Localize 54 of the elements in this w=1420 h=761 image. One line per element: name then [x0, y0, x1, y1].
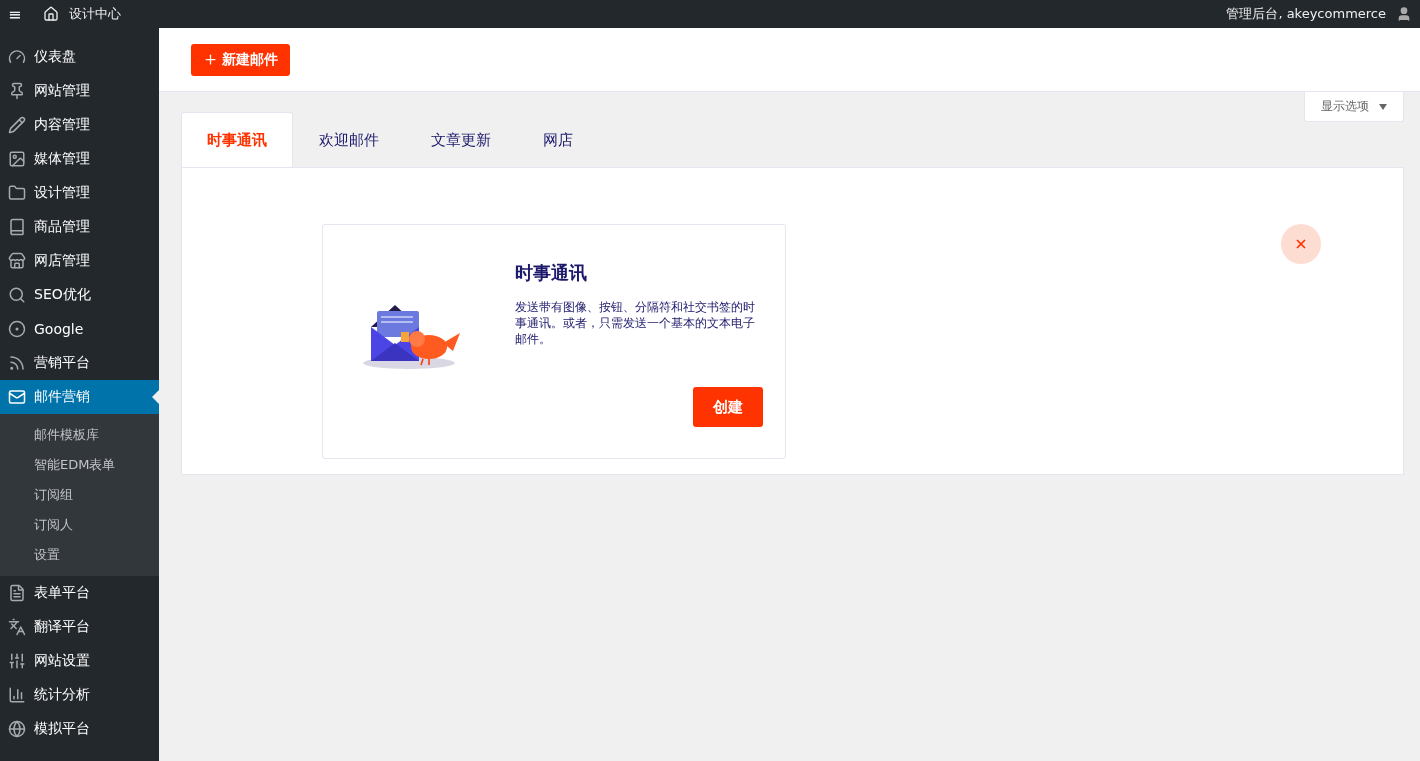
store-icon	[8, 252, 26, 270]
tab[interactable]: 时事通讯	[181, 112, 293, 168]
submenu-item[interactable]: 邮件模板库	[0, 420, 159, 450]
close-icon	[1294, 237, 1308, 251]
sidebar-item[interactable]: 商品管理	[0, 210, 159, 244]
pencil-icon	[8, 116, 26, 134]
sidebar-item[interactable]: 表单平台	[0, 576, 159, 610]
chart-icon	[8, 686, 26, 704]
image-icon	[8, 150, 26, 168]
search-icon	[8, 286, 26, 304]
sidebar-item[interactable]: 翻译平台	[0, 610, 159, 644]
sidebar-item[interactable]: SEO优化	[0, 278, 159, 312]
submenu-item[interactable]: 订阅组	[0, 480, 159, 510]
book-icon	[8, 218, 26, 236]
sidebar-item[interactable]: 内容管理	[0, 108, 159, 142]
caret-icon	[1379, 104, 1387, 110]
form-icon	[8, 584, 26, 602]
card-description: 发送带有图像、按钮、分隔符和社交书签的时事通讯。或者，只需发送一个基本的文本电子邮件。	[515, 299, 756, 347]
sidebar-item[interactable]: 模拟平台	[0, 712, 159, 746]
new-email-button[interactable]: 新建邮件	[191, 43, 290, 76]
tab[interactable]: 欢迎邮件	[293, 112, 405, 168]
mail-icon	[8, 388, 26, 406]
submenu-item[interactable]: 设置	[0, 540, 159, 570]
user-icon[interactable]	[1396, 6, 1412, 22]
submenu-item[interactable]: 智能EDM表单	[0, 450, 159, 480]
sliders-icon	[8, 652, 26, 670]
sidebar-item[interactable]: 统计分析	[0, 678, 159, 712]
translate-icon	[8, 618, 26, 636]
tab[interactable]: 文章更新	[405, 112, 517, 168]
globe-icon	[8, 720, 26, 738]
submenu-item[interactable]: 订阅人	[0, 510, 159, 540]
sidebar-item[interactable]: Google	[0, 312, 159, 346]
screen-options-button[interactable]: 显示选项	[1304, 92, 1404, 122]
card-title: 时事通讯	[515, 261, 588, 285]
close-button[interactable]	[1281, 224, 1321, 264]
sidebar-item[interactable]: 网站设置	[0, 644, 159, 678]
account-name[interactable]: 管理后台, akeycommerce	[1226, 5, 1386, 23]
sidebar-item[interactable]: 仪表盘	[0, 40, 159, 74]
tab[interactable]: 网店	[517, 112, 599, 168]
create-button[interactable]: 创建	[693, 387, 763, 427]
home-icon[interactable]	[43, 6, 60, 22]
gauge-icon	[8, 48, 26, 66]
menu-icon[interactable]: ≡	[8, 4, 22, 24]
sidebar-item[interactable]: 媒体管理	[0, 142, 159, 176]
pin-icon	[8, 82, 26, 100]
sidebar-item[interactable]: 网站管理	[0, 74, 159, 108]
folder-icon	[8, 184, 26, 202]
plus-icon	[203, 52, 218, 67]
rss-icon	[8, 354, 26, 372]
sidebar-item[interactable]: 邮件营销	[0, 380, 159, 414]
sidebar-item[interactable]: 营销平台	[0, 346, 159, 380]
site-name[interactable]: 设计中心	[69, 5, 122, 23]
sidebar-item[interactable]: 网店管理	[0, 244, 159, 278]
sidebar-item[interactable]: 设计管理	[0, 176, 159, 210]
